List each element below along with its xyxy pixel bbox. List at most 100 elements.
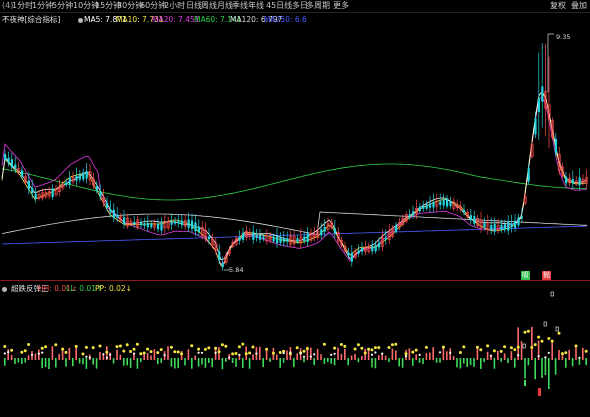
candle-body xyxy=(378,243,381,248)
indicator-dot xyxy=(40,346,44,350)
indicator-dot-white xyxy=(30,353,34,356)
sub-settings-icon[interactable] xyxy=(2,283,9,294)
indicator-bar xyxy=(112,358,115,364)
indicator-dot xyxy=(295,346,299,350)
candle-body xyxy=(85,171,88,179)
candle-body xyxy=(303,236,306,242)
indicator-bar xyxy=(514,358,516,368)
indicator-dot xyxy=(159,348,163,352)
indicator-bar xyxy=(55,358,57,368)
indicator-dot xyxy=(10,348,14,352)
indicator-dot-white xyxy=(282,352,285,355)
indicator-bar xyxy=(350,355,353,360)
main-chart-panel[interactable] xyxy=(0,12,590,280)
panel-divider[interactable] xyxy=(0,280,590,281)
indicator-bar xyxy=(180,350,183,360)
candle-body xyxy=(21,170,24,177)
indicator-dot-white xyxy=(330,353,333,356)
sub-indicator-panel[interactable] xyxy=(0,282,590,417)
indicator-dot xyxy=(81,352,85,356)
indicator-dot-white xyxy=(132,352,136,355)
indicator-dot xyxy=(574,344,578,348)
indicator-dot xyxy=(513,348,517,352)
indicator-bar xyxy=(337,347,339,360)
overlay-button[interactable]: 叠加 xyxy=(571,0,587,12)
indicator-bar xyxy=(68,347,71,360)
indicator-dot-white xyxy=(449,351,452,354)
indicator-dot xyxy=(479,348,483,352)
indicator-dot xyxy=(241,342,245,346)
toolbar-item-14[interactable]: 45日线 xyxy=(266,0,292,12)
indicator-marker xyxy=(555,326,559,332)
toolbar-item-10[interactable]: 周线 xyxy=(201,0,217,12)
toolbar-item-3[interactable]: 5分钟 xyxy=(52,0,73,12)
candle-body xyxy=(146,223,149,228)
toolbar-item-16[interactable]: 多周期 xyxy=(306,0,330,12)
indicator-bar xyxy=(170,358,173,367)
indicator-dot xyxy=(394,342,398,346)
candle-body xyxy=(7,157,10,163)
indicator-dot xyxy=(353,347,357,351)
indicator-dot xyxy=(115,345,119,349)
indicator-dot xyxy=(367,347,371,351)
indicator-dot xyxy=(516,345,520,349)
indicator-dot xyxy=(486,344,490,348)
indicator-dot xyxy=(441,345,445,349)
candle-body xyxy=(221,262,224,268)
indicator-bar xyxy=(408,348,411,360)
indicator-dot xyxy=(27,343,31,346)
candle-body xyxy=(10,159,13,168)
indicator-dot-white xyxy=(374,351,377,354)
candle-body xyxy=(109,209,112,213)
toolbar-item-17[interactable]: 更多 xyxy=(333,0,349,12)
indicator-bar xyxy=(34,353,37,360)
toolbar-item-1[interactable]: 1分时 xyxy=(12,0,33,12)
toolbar-item-12[interactable]: 季线 xyxy=(232,0,248,12)
indicator-dot-white xyxy=(109,353,112,356)
candlestick-chart[interactable] xyxy=(0,12,590,280)
indicator-bar xyxy=(177,358,179,369)
toolbar-item-7[interactable]: 60分钟 xyxy=(140,0,166,12)
toolbar-item-9[interactable]: 日线 xyxy=(186,0,202,12)
indicator-dot xyxy=(224,344,228,348)
indicator-dot-white xyxy=(313,353,316,356)
indicator-bar xyxy=(10,354,13,360)
candle-body xyxy=(408,214,411,218)
indicator-bar xyxy=(51,346,54,360)
indicator-dot xyxy=(356,343,360,347)
toolbar-item-11[interactable]: 月线 xyxy=(217,0,233,12)
indicator-bar xyxy=(429,352,431,360)
fuquan-button[interactable]: 复权 xyxy=(550,0,566,12)
candle-body xyxy=(442,199,445,206)
indicator-dot xyxy=(129,350,133,353)
indicator-chart[interactable] xyxy=(0,282,590,417)
main-legend-title[interactable]: 不夜神[综合指标] xyxy=(2,14,60,26)
indicator-bar xyxy=(65,358,67,367)
indicator-bar xyxy=(316,348,319,360)
indicator-dot-white xyxy=(370,353,374,356)
indicator-dot-white xyxy=(88,356,91,359)
candle-body xyxy=(565,176,568,184)
indicator-dot xyxy=(492,349,496,353)
candle-body xyxy=(384,237,387,240)
indicator-bar xyxy=(231,358,234,363)
sell-arrow xyxy=(538,388,541,396)
candle-body xyxy=(187,219,190,228)
indicator-bar xyxy=(486,351,489,360)
toolbar-item-8[interactable]: 2小时 xyxy=(164,0,185,12)
indicator-bar xyxy=(174,358,176,369)
candle-body xyxy=(259,234,262,240)
indicator-bar xyxy=(398,358,400,367)
indicator-bar xyxy=(194,355,196,360)
candle-body xyxy=(82,172,85,180)
indicator-bar xyxy=(116,349,118,360)
candle-body xyxy=(14,164,17,169)
toolbar-item-13[interactable]: 年线 xyxy=(248,0,264,12)
buy-arrow xyxy=(524,380,526,386)
high-price-label: 9.35 xyxy=(556,33,571,41)
indicator-bar xyxy=(276,354,278,360)
toolbar-item-2[interactable]: 1分钟 xyxy=(32,0,53,12)
candle-body xyxy=(306,233,309,242)
indicator-dot xyxy=(3,345,7,348)
indicator-dot-white xyxy=(197,351,200,354)
